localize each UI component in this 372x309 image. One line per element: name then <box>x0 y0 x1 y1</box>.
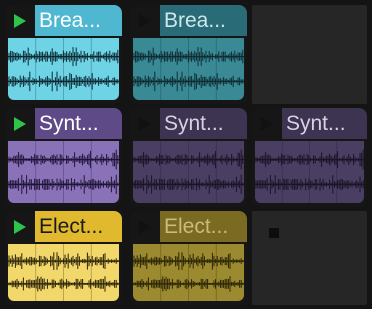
clip-slot[interactable]: Elect... <box>5 211 122 305</box>
clip-slot[interactable]: Synt... <box>130 108 247 207</box>
play-icon[interactable] <box>252 108 282 139</box>
play-icon[interactable] <box>130 211 160 242</box>
clip-name: Synt... <box>160 108 247 139</box>
clip-slot[interactable]: Brea... <box>5 5 122 104</box>
clip-header: Brea... <box>5 5 122 36</box>
clip-header: Elect... <box>5 211 122 242</box>
play-icon[interactable] <box>5 5 35 36</box>
play-icon[interactable] <box>130 5 160 36</box>
clip-grid: Brea... Brea... Synt... Synt... Synt... … <box>0 0 372 309</box>
clip-name: Synt... <box>282 108 367 139</box>
clip-slot[interactable]: Brea... <box>130 5 247 104</box>
clip-header: Synt... <box>252 108 367 139</box>
clip-waveform <box>133 38 244 100</box>
clip-slot[interactable]: Synt... <box>252 108 367 207</box>
clip-waveform <box>8 244 119 301</box>
clip-name: Brea... <box>35 5 122 36</box>
clip-header: Synt... <box>5 108 122 139</box>
empty-clip-slot[interactable] <box>252 211 367 305</box>
clip-name: Synt... <box>35 108 122 139</box>
clip-name: Brea... <box>160 5 247 36</box>
clip-name: Elect... <box>160 211 247 242</box>
stop-icon[interactable] <box>269 228 279 238</box>
play-icon[interactable] <box>130 108 160 139</box>
clip-slot[interactable]: Elect... <box>130 211 247 305</box>
clip-waveform <box>8 141 119 203</box>
clip-waveform <box>255 141 364 203</box>
clip-waveform <box>8 38 119 100</box>
play-icon[interactable] <box>5 211 35 242</box>
play-icon[interactable] <box>5 108 35 139</box>
clip-slot[interactable]: Synt... <box>5 108 122 207</box>
clip-waveform <box>133 244 244 301</box>
clip-header: Brea... <box>130 5 247 36</box>
clip-waveform <box>133 141 244 203</box>
empty-clip-slot[interactable] <box>252 5 367 104</box>
clip-name: Elect... <box>35 211 122 242</box>
clip-header: Elect... <box>130 211 247 242</box>
clip-header: Synt... <box>130 108 247 139</box>
